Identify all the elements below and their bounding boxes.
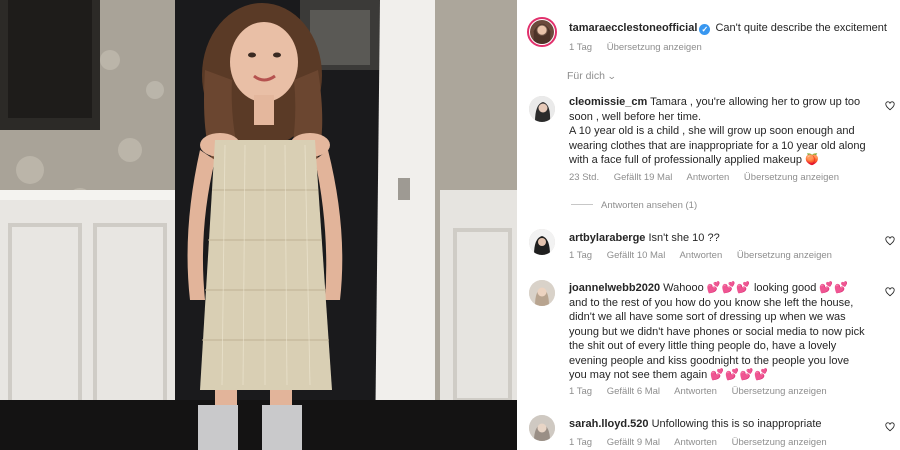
comment-time: 1 Tag	[569, 250, 593, 261]
like-heart-icon[interactable]	[885, 101, 895, 111]
peach-emoji: 🍑	[805, 154, 819, 166]
comment-meta: 1 Tag Gefällt 6 Mal Antworten Übersetzun…	[569, 386, 839, 397]
comment-body: joannelwebb2020 Wahooo 💕💕💕 looking good …	[569, 281, 869, 383]
like-heart-icon[interactable]	[885, 422, 895, 432]
post-photo[interactable]	[0, 0, 517, 450]
caption-meta: 1 Tag Übersetzung anzeigen	[569, 42, 714, 53]
like-heart-icon[interactable]	[885, 287, 895, 297]
reply-button[interactable]: Antworten	[687, 172, 730, 183]
comment-text: Isn't she 10 ??	[648, 232, 720, 244]
comment-username[interactable]: sarah.lloyd.520	[569, 418, 649, 430]
hearts-emoji: 💕💕💕	[706, 282, 751, 294]
comment-text: Wahooo	[663, 282, 704, 294]
comment-username[interactable]: artbylaraberge	[569, 232, 645, 244]
comment-text-continued: looking good	[753, 282, 817, 294]
translate-link[interactable]: Übersetzung anzeigen	[737, 250, 832, 261]
comment-avatar[interactable]	[529, 415, 555, 441]
comments-panel: tamaraecclestoneofficial ✓ Can't quite de…	[517, 0, 900, 450]
reply-button[interactable]: Antworten	[679, 250, 722, 261]
comment-sort-dropdown[interactable]: Für dich ⌄	[567, 70, 617, 82]
translate-link[interactable]: Übersetzung anzeigen	[732, 437, 827, 448]
post-author-username[interactable]: tamaraecclestoneofficial	[569, 22, 697, 34]
comment-likes[interactable]: Gefällt 10 Mal	[607, 250, 666, 261]
comment-avatar[interactable]	[529, 96, 555, 122]
hearts-emoji: 💕💕	[819, 282, 849, 294]
verified-badge-icon: ✓	[699, 24, 711, 35]
comment-avatar[interactable]	[529, 280, 555, 306]
comment-body: cleomissie_cm Tamara , you're allowing h…	[569, 95, 869, 168]
sort-label: Für dich	[567, 70, 605, 82]
translate-link[interactable]: Übersetzung anzeigen	[732, 386, 827, 397]
hearts-emoji: 💕💕💕💕	[710, 369, 770, 381]
comment-meta: 1 Tag Gefällt 10 Mal Antworten Übersetzu…	[569, 250, 844, 261]
comment-username[interactable]: cleomissie_cm	[569, 96, 647, 108]
reply-button[interactable]: Antworten	[674, 437, 717, 448]
post-image	[0, 0, 517, 450]
post-author-avatar[interactable]	[527, 17, 557, 47]
comment-time: 1 Tag	[569, 386, 593, 397]
caption-time: 1 Tag	[569, 42, 593, 53]
comment-likes[interactable]: Gefällt 9 Mal	[607, 437, 660, 448]
view-replies-button[interactable]: Antworten ansehen (1)	[571, 200, 697, 211]
caption-text: Can't quite describe the excitement	[715, 22, 887, 34]
comment-text: Unfollowing this is so inappropriate	[651, 418, 822, 430]
view-replies-label: Antworten ansehen (1)	[601, 200, 698, 211]
comment-body: sarah.lloyd.520 Unfollowing this is so i…	[569, 417, 869, 432]
post-caption: tamaraecclestoneofficial ✓ Can't quite de…	[569, 21, 899, 36]
reply-button[interactable]: Antworten	[674, 386, 717, 397]
comment-text-continued: A 10 year old is a child , she will grow…	[569, 125, 866, 166]
replies-divider	[571, 204, 593, 205]
comment-username[interactable]: joannelwebb2020	[569, 282, 660, 294]
comment-likes[interactable]: Gefällt 6 Mal	[607, 386, 660, 397]
comment-likes[interactable]: Gefällt 19 Mal	[614, 172, 673, 183]
comment-avatar[interactable]	[529, 229, 555, 255]
comment-meta: 1 Tag Gefällt 9 Mal Antworten Übersetzun…	[569, 437, 839, 448]
comment-time: 23 Std.	[569, 172, 600, 183]
comment-time: 1 Tag	[569, 437, 593, 448]
caption-translate-link[interactable]: Übersetzung anzeigen	[607, 42, 702, 53]
translate-link[interactable]: Übersetzung anzeigen	[744, 172, 839, 183]
like-heart-icon[interactable]	[885, 236, 895, 246]
chevron-down-icon: ⌄	[606, 71, 617, 81]
comment-body: artbylaraberge Isn't she 10 ??	[569, 231, 869, 246]
comment-meta: 23 Std. Gefällt 19 Mal Antworten Überset…	[569, 172, 851, 183]
